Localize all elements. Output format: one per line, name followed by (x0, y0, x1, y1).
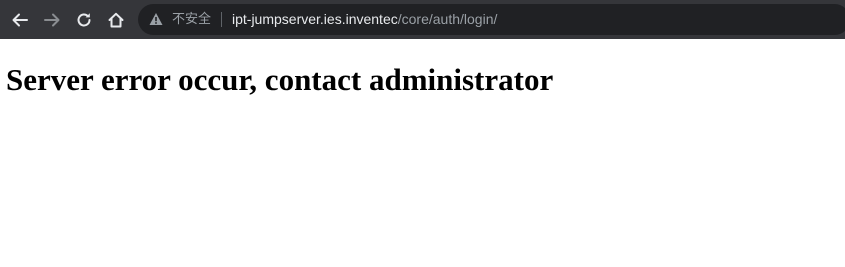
error-heading: Server error occur, contact administrato… (6, 62, 554, 97)
arrow-right-icon (44, 13, 60, 27)
url-path: /core/auth/login/ (397, 11, 498, 27)
forward-button[interactable] (39, 7, 65, 33)
reload-button[interactable] (71, 7, 97, 33)
reload-icon (77, 13, 91, 27)
arrow-left-icon (12, 13, 28, 27)
security-status-label[interactable]: 不安全 (172, 11, 211, 28)
url-host: ipt-jumpserver.ies.inventec (232, 11, 398, 27)
omnibox-divider (221, 12, 222, 27)
home-icon (108, 12, 124, 28)
browser-toolbar: 不安全 ipt-jumpserver.ies.inventec/core/aut… (0, 0, 845, 39)
url-text[interactable]: ipt-jumpserver.ies.inventec/core/auth/lo… (232, 10, 497, 28)
page-content: Server error occur, contact administrato… (0, 39, 845, 267)
address-bar[interactable]: 不安全 ipt-jumpserver.ies.inventec/core/aut… (138, 4, 845, 35)
warning-triangle-icon[interactable] (149, 12, 163, 26)
back-button[interactable] (7, 7, 33, 33)
home-button[interactable] (103, 7, 129, 33)
